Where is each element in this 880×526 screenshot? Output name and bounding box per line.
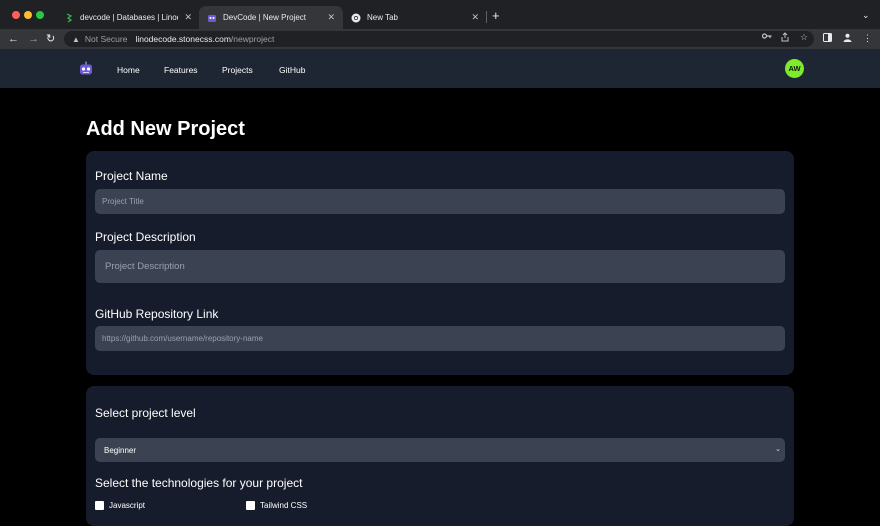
url-path: /newproject [230, 34, 275, 44]
project-level-value: Beginner [104, 445, 137, 455]
chevron-down-icon: ⌄ [775, 446, 781, 453]
repo-link-label: GitHub Repository Link [95, 307, 219, 321]
new-tab-button[interactable]: + [492, 8, 500, 24]
key-icon[interactable] [761, 32, 772, 42]
tab-search-chevron-icon[interactable]: ⌄ [862, 10, 870, 21]
warning-triangle-icon[interactable]: ▲ [72, 35, 80, 44]
more-menu-icon[interactable]: ⋮ [863, 33, 872, 44]
browser-tab-bar: devcode | Databases | Linode I ✕ DevCode… [0, 0, 880, 29]
forward-button[interactable]: → [28, 31, 39, 47]
nav-link-projects[interactable]: Projects [222, 65, 253, 75]
url-host: linodecode.stonecss.com [135, 34, 231, 44]
nav-link-github[interactable]: GitHub [279, 65, 305, 75]
tab-close-icon[interactable]: ✕ [184, 12, 192, 23]
project-description-label: Project Description [95, 230, 196, 244]
bookmark-star-icon[interactable]: ☆ [800, 32, 808, 43]
tab-title: DevCode | New Project [223, 13, 306, 22]
side-panel-icon[interactable] [823, 33, 832, 44]
window-close-button[interactable] [12, 11, 20, 19]
nav-link-home[interactable]: Home [117, 65, 140, 75]
tab-linode-databases[interactable]: devcode | Databases | Linode I ✕ [56, 6, 200, 29]
tab-title: New Tab [367, 13, 398, 22]
devcode-favicon-icon [207, 13, 217, 23]
window-minimize-button[interactable] [24, 11, 32, 19]
tab-separator [486, 11, 487, 23]
share-icon[interactable] [781, 32, 789, 44]
browser-toolbar: ← → ↻ ▲ Not Secure linodecode.stonecss.c… [0, 29, 880, 49]
project-level-select[interactable]: Beginner ⌄ [95, 438, 785, 462]
back-button[interactable]: ← [8, 31, 19, 47]
project-level-label: Select project level [95, 406, 196, 420]
tab-new-tab[interactable]: New Tab ✕ [343, 6, 487, 29]
tab-close-icon[interactable]: ✕ [327, 12, 335, 23]
devcode-logo-icon[interactable] [78, 61, 94, 77]
profile-icon[interactable] [843, 33, 852, 44]
nav-link-features[interactable]: Features [164, 65, 198, 75]
tab-title: devcode | Databases | Linode I [80, 13, 178, 22]
reload-button[interactable]: ↻ [46, 31, 55, 47]
page-title: Add New Project [86, 118, 245, 140]
window-maximize-button[interactable] [36, 11, 44, 19]
security-status[interactable]: Not Secure [85, 34, 128, 44]
project-description-input[interactable] [95, 250, 785, 283]
technologies-label: Select the technologies for your project [95, 476, 303, 490]
chrome-favicon-icon [351, 13, 361, 23]
linode-favicon-icon [64, 12, 74, 23]
tab-close-icon[interactable]: ✕ [471, 12, 479, 23]
project-name-input[interactable] [95, 189, 785, 214]
address-bar[interactable]: ▲ Not Secure linodecode.stonecss.com /ne… [64, 31, 814, 47]
user-avatar[interactable]: AW [785, 59, 804, 78]
tab-devcode-new-project[interactable]: DevCode | New Project ✕ [199, 6, 343, 29]
project-name-label: Project Name [95, 169, 168, 183]
repo-link-input[interactable] [95, 326, 785, 351]
